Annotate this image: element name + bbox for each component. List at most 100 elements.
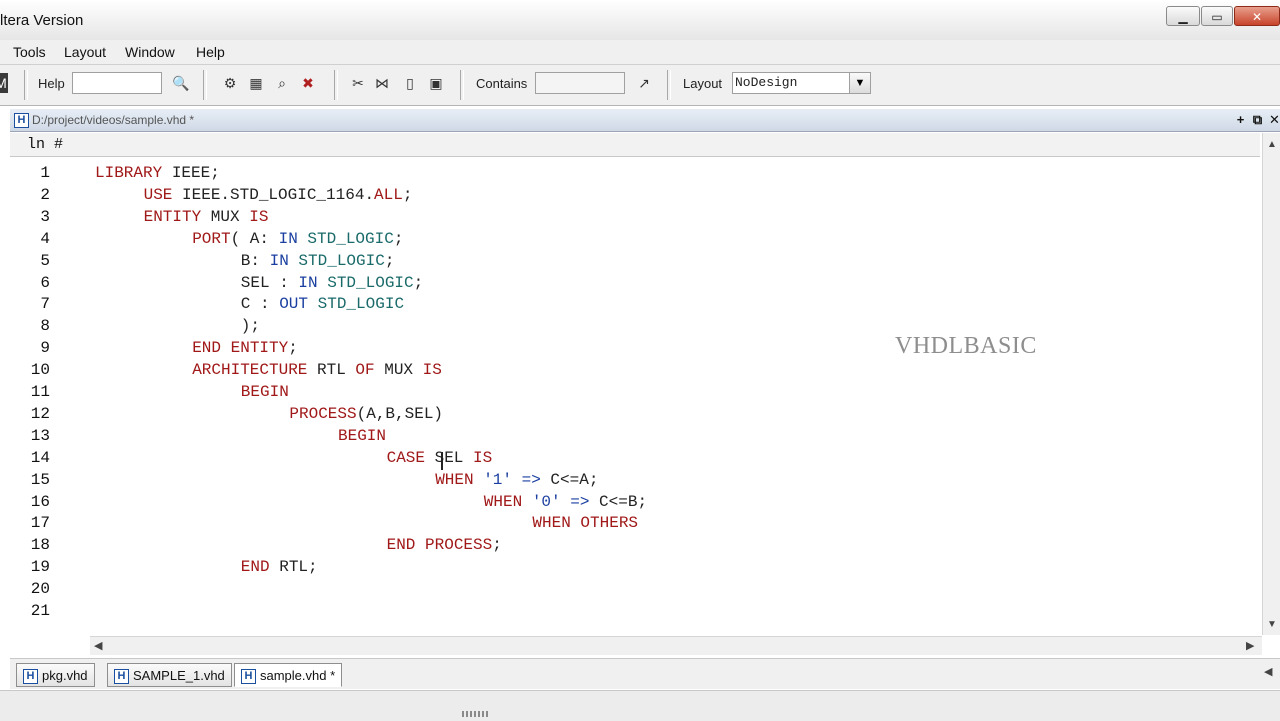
scroll-up-icon[interactable]: ▲: [1267, 139, 1277, 150]
grid-icon[interactable]: ▦: [246, 73, 266, 93]
code-line[interactable]: 5 B: IN STD_LOGIC;: [10, 250, 1260, 272]
menu-help[interactable]: Help: [196, 44, 225, 60]
vertical-scrollbar[interactable]: ▲ ▼: [1262, 133, 1280, 635]
tab-sample-vhd[interactable]: Hsample.vhd *: [234, 663, 343, 687]
search-file-icon[interactable]: ⌕: [272, 73, 292, 93]
menu-tools[interactable]: Tools: [13, 44, 46, 60]
compile-icon[interactable]: ⚙: [220, 73, 240, 93]
code-token: IEEE;: [162, 164, 220, 182]
code-token: C<=B;: [589, 492, 648, 511]
contains-input[interactable]: [535, 72, 625, 94]
code-line[interactable]: 6 SEL : IN STD_LOGIC;: [10, 272, 1260, 294]
code-token: IN: [278, 229, 298, 248]
line-number: 7: [40, 295, 50, 314]
tab-scroll-icon[interactable]: ◀: [1264, 665, 1272, 678]
minimize-button[interactable]: ▁: [1166, 6, 1200, 26]
code-token: IEEE.STD_LOGIC_1164.: [172, 185, 375, 204]
code-line[interactable]: 1 LIBRARY IEEE;: [10, 162, 1260, 184]
save-icon[interactable]: ▣: [426, 73, 446, 93]
code-line[interactable]: 18 END PROCESS;: [10, 534, 1260, 556]
code-token: IS: [422, 361, 442, 380]
scroll-right-icon[interactable]: ▶: [1246, 639, 1254, 652]
code-line[interactable]: 2 USE IEEE.STD_LOGIC_1164.ALL;: [10, 184, 1260, 206]
code-text: PORT( A: IN STD_LOGIC;: [192, 228, 403, 250]
delete-file-icon[interactable]: ✖: [298, 73, 318, 93]
text-cursor: [441, 452, 444, 470]
line-number: 21: [30, 602, 50, 620]
code-line[interactable]: 19 END RTL;: [10, 556, 1260, 578]
layout-select[interactable]: NoDesign: [732, 72, 850, 94]
code-line[interactable]: 3 ENTITY MUX IS: [10, 206, 1260, 228]
code-token: IN: [269, 251, 289, 270]
file-tabs: Hpkg.vhd H SAMPLE_1.vhd Hsample.vhd * ◀: [10, 658, 1280, 689]
code-editor[interactable]: 1 LIBRARY IEEE; 2 USE IEEE.STD_LOGIC_1164.A…: [10, 157, 1260, 635]
restore-icon[interactable]: ⧉: [1250, 112, 1265, 127]
code-text: ARCHITECTURE RTL OF MUX IS: [192, 359, 442, 381]
document-icon[interactable]: ▯: [400, 73, 420, 93]
scroll-left-icon[interactable]: ◀: [94, 639, 102, 652]
vhdl-file-icon: H: [114, 669, 129, 684]
code-token: ;: [413, 273, 424, 292]
app-icon[interactable]: M: [0, 73, 8, 93]
code-token: OF: [355, 361, 375, 380]
code-line[interactable]: 20: [10, 578, 1260, 600]
line-number-header: ln #: [27, 136, 64, 153]
code-line[interactable]: 17 WHEN OTHERS: [10, 512, 1260, 534]
code-token: BEGIN: [240, 383, 289, 401]
code-line[interactable]: 7 C : OUT STD_LOGIC: [10, 293, 1260, 315]
title-bar: ltera Version ▁ ▭ ✕: [0, 0, 1280, 41]
dock-icon[interactable]: +: [1233, 112, 1248, 127]
code-line[interactable]: 14 CASE SEL IS: [10, 447, 1260, 469]
code-text: CASE SEL IS: [387, 447, 493, 469]
find-next-icon[interactable]: ↗: [634, 73, 654, 93]
chevron-down-icon[interactable]: ▼: [849, 72, 871, 94]
horizontal-scrollbar[interactable]: ◀ ▶: [90, 636, 1262, 655]
close-document-icon[interactable]: ✕: [1267, 112, 1280, 127]
line-number: 10: [30, 361, 50, 380]
scroll-down-icon[interactable]: ▼: [1267, 619, 1277, 630]
line-number: 4: [40, 229, 50, 248]
code-text: B: IN STD_LOGIC;: [241, 250, 395, 272]
code-line[interactable]: 15 WHEN '1' => C<=A;: [10, 469, 1260, 491]
code-line[interactable]: 11 BEGIN: [10, 381, 1260, 403]
tab-sample-1-vhd[interactable]: H SAMPLE_1.vhd: [107, 663, 232, 687]
line-number: 2: [40, 185, 50, 204]
code-line[interactable]: 12 PROCESS(A,B,SEL): [10, 403, 1260, 425]
code-line[interactable]: 9 END ENTITY;: [10, 337, 1260, 359]
help-search-icon[interactable]: 🔍: [171, 73, 191, 93]
code-token: STD_LOGIC: [327, 273, 414, 292]
code-token: MUX: [201, 207, 250, 226]
code-token: =>: [521, 470, 541, 489]
line-number: 12: [30, 404, 50, 423]
code-token: STD_LOGIC: [317, 295, 405, 314]
code-token: WHEN: [532, 514, 571, 533]
menu-window[interactable]: Window: [125, 44, 175, 60]
code-line[interactable]: 4 PORT( A: IN STD_LOGIC;: [10, 228, 1260, 250]
code-line[interactable]: 21: [10, 600, 1260, 622]
tab-pkg-vhd[interactable]: Hpkg.vhd: [16, 663, 95, 687]
resize-grip[interactable]: [462, 711, 488, 717]
window-title: ltera Version: [0, 12, 84, 29]
line-number: 5: [40, 251, 50, 270]
code-token: '0': [531, 492, 561, 511]
code-line[interactable]: 10 ARCHITECTURE RTL OF MUX IS: [10, 359, 1260, 381]
layout-label: Layout: [683, 76, 723, 91]
toolbar-separator: [203, 70, 207, 100]
code-token: RTL: [307, 361, 356, 380]
line-number: 13: [30, 426, 50, 445]
maximize-button[interactable]: ▭: [1201, 6, 1233, 26]
line-number: 18: [30, 536, 50, 555]
code-token: PROCESS: [289, 404, 357, 423]
close-button[interactable]: ✕: [1234, 6, 1280, 26]
code-line[interactable]: 16 WHEN '0' => C<=B;: [10, 491, 1260, 513]
merge-icon[interactable]: ⋈: [372, 73, 392, 93]
vhdl-file-icon: H: [23, 669, 38, 684]
line-number: 19: [30, 558, 50, 577]
code-line[interactable]: 13 BEGIN: [10, 425, 1260, 447]
split-icon[interactable]: ✂: [348, 73, 368, 93]
line-number: 3: [40, 207, 50, 226]
help-search-input[interactable]: [72, 72, 162, 94]
menu-layout[interactable]: Layout: [64, 44, 106, 60]
code-line[interactable]: 8);: [10, 315, 1260, 337]
